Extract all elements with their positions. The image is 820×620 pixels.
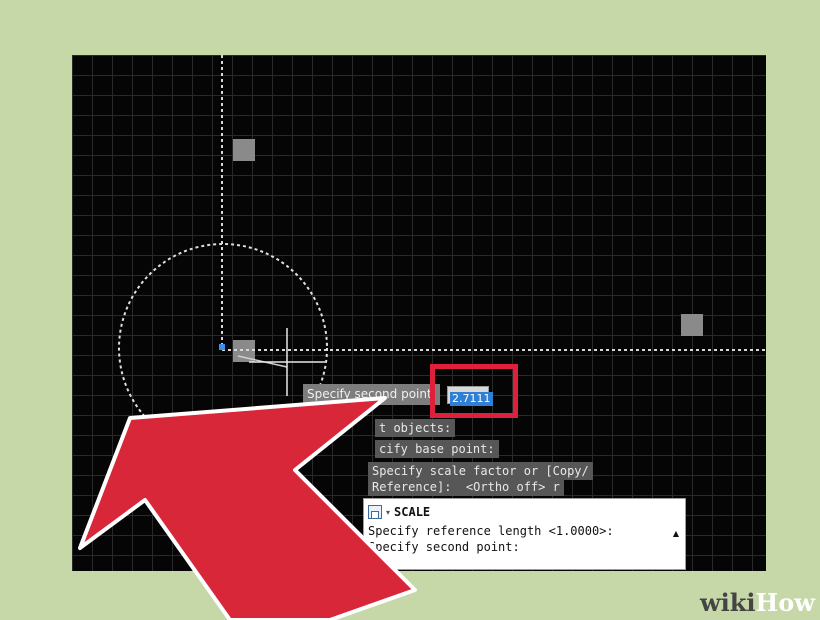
watermark-how: How	[755, 588, 815, 617]
watermark-wiki: wiki	[700, 588, 756, 617]
pointer-arrow-layer	[78, 396, 417, 620]
wikihow-watermark: wikiHow	[700, 588, 815, 617]
pointer-arrow-icon	[78, 396, 417, 620]
